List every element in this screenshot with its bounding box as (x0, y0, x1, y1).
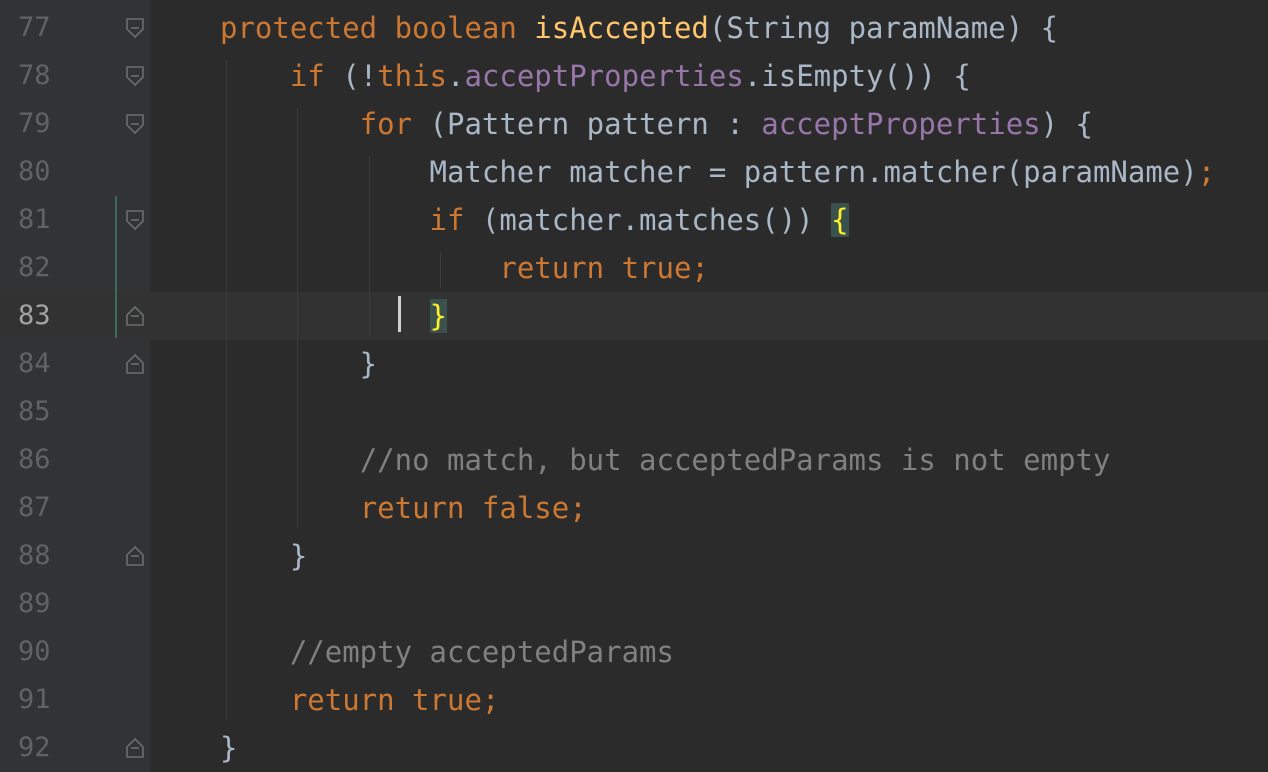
line-number: 82 (18, 252, 51, 283)
code-token: .isEmpty()) { (743, 59, 971, 93)
code-token: (! (342, 59, 378, 93)
code-token: . (447, 59, 465, 93)
line-number: 83 (18, 300, 51, 331)
fold-close-icon[interactable] (125, 737, 145, 759)
fold-open-icon[interactable] (125, 113, 145, 135)
code-token: } (220, 347, 378, 381)
code-text: return true; (220, 676, 500, 724)
code-token: return false; (359, 491, 587, 525)
fold-open-icon[interactable] (125, 209, 145, 231)
code-token: if (289, 59, 343, 93)
code-line[interactable]: 91 return true; (0, 676, 1268, 724)
code-token: acceptProperties (464, 59, 744, 93)
code-line-current[interactable]: 83 } (0, 292, 1268, 340)
code-text: } (220, 532, 307, 580)
code-line[interactable]: 90 //empty acceptedParams (0, 628, 1268, 676)
vcs-change-marker[interactable] (115, 196, 117, 338)
fold-open-icon[interactable] (125, 17, 145, 39)
indent-guide (440, 252, 441, 288)
code-token: acceptProperties (761, 107, 1041, 141)
code-token: } (220, 731, 238, 765)
code-token: } (220, 539, 308, 573)
code-token: ) { (1040, 107, 1094, 141)
line-number: 88 (18, 540, 51, 571)
line-number: 80 (18, 156, 51, 187)
code-text: for (Pattern pattern : acceptProperties)… (220, 100, 1093, 148)
indent-guide (226, 60, 227, 720)
code-text: } (220, 340, 377, 388)
code-token: isAccepted (534, 11, 709, 45)
code-line[interactable]: 88 } (0, 532, 1268, 580)
matched-brace: } (429, 299, 447, 333)
code-line[interactable]: 89 (0, 580, 1268, 628)
line-number: 77 (18, 12, 51, 43)
fold-close-icon[interactable] (125, 305, 145, 327)
code-line[interactable]: 84 } (0, 340, 1268, 388)
line-number: 78 (18, 60, 51, 91)
indent-guide (369, 156, 370, 336)
code-token: return true; (289, 683, 500, 717)
code-token: for (359, 107, 430, 141)
line-number: 89 (18, 588, 51, 619)
code-line[interactable]: 79 for (Pattern pattern : acceptProperti… (0, 100, 1268, 148)
code-text: //no match, but acceptedParams is not em… (220, 436, 1111, 484)
text-cursor (398, 296, 401, 332)
code-token: protected boolean (220, 11, 535, 45)
code-line[interactable]: 87 return false; (0, 484, 1268, 532)
line-number: 79 (18, 108, 51, 139)
code-line[interactable]: 85 (0, 388, 1268, 436)
line-number: 87 (18, 492, 51, 523)
code-text: if (matcher.matches()) { (220, 196, 849, 244)
line-number: 91 (18, 684, 51, 715)
code-line[interactable]: 86 //no match, but acceptedParams is not… (0, 436, 1268, 484)
code-text: } (220, 292, 447, 340)
code-line[interactable]: 77 protected boolean isAccepted(String pa… (0, 4, 1268, 52)
line-number: 84 (18, 348, 51, 379)
indent-guide (297, 108, 298, 528)
line-number: 81 (18, 204, 51, 235)
matched-brace: { (831, 203, 849, 237)
code-line[interactable]: 80 Matcher matcher = pattern.matcher(par… (0, 148, 1268, 196)
line-number: 92 (18, 732, 51, 763)
code-line[interactable]: 81 if (matcher.matches()) { (0, 196, 1268, 244)
code-text: } (220, 724, 237, 772)
code-token: if (429, 203, 482, 237)
line-number: 85 (18, 396, 51, 427)
code-token: Matcher matcher = pattern.matcher(paramN… (220, 155, 1198, 189)
code-token: ; (1197, 155, 1216, 189)
line-number: 86 (18, 444, 51, 475)
code-token: (matcher.matches()) (481, 203, 832, 237)
code-text: if (!this.acceptProperties.isEmpty()) { (220, 52, 971, 100)
code-token: //empty acceptedParams (289, 635, 674, 669)
code-token: //no match, but acceptedParams is not em… (359, 443, 1111, 477)
code-editor[interactable]: 77 protected boolean isAccepted(String pa… (0, 0, 1268, 772)
code-text: //empty acceptedParams (220, 628, 674, 676)
code-text: return false; (220, 484, 587, 532)
code-token: return true; (499, 251, 709, 285)
code-line[interactable]: 78 if (!this.acceptProperties.isEmpty())… (0, 52, 1268, 100)
code-token: (String paramName) { (708, 11, 1059, 45)
fold-close-icon[interactable] (125, 545, 145, 567)
code-line[interactable]: 82 return true; (0, 244, 1268, 292)
line-number: 90 (18, 636, 51, 667)
fold-open-icon[interactable] (125, 65, 145, 87)
code-text: protected boolean isAccepted(String para… (220, 4, 1058, 52)
code-token: this (377, 59, 447, 93)
code-token: (Pattern pattern : (429, 107, 762, 141)
code-text: return true; (220, 244, 709, 292)
fold-close-icon[interactable] (125, 353, 145, 375)
code-line[interactable]: 92} (0, 724, 1268, 772)
